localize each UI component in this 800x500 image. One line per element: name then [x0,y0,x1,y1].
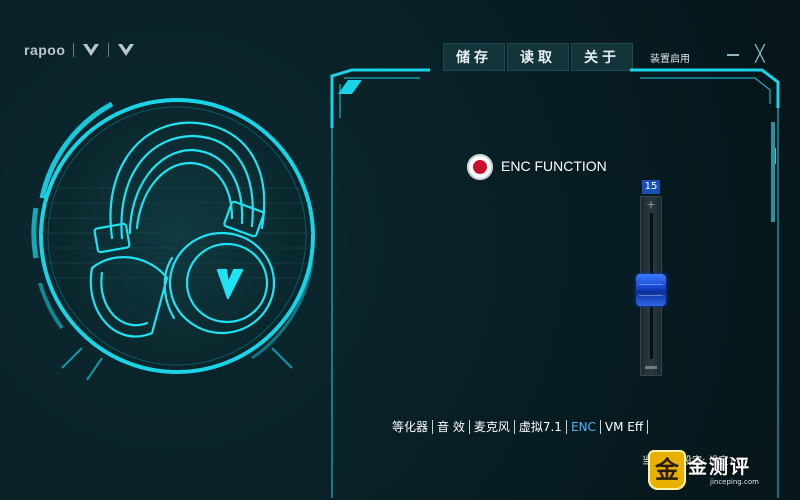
enc-label: ENC FUNCTION [501,158,607,174]
app-window: rapoo 储存 读取 关于 装置启用 ╳ ENC FUNCTION 15 + … [0,0,800,500]
enc-panel [330,68,782,500]
minimize-icon[interactable] [725,46,741,62]
about-button[interactable]: 关于 [571,43,633,71]
tab-virtual-7-1[interactable]: 虚拟7.1 [515,418,566,435]
watermark-logo: 金 [648,450,686,490]
top-menu: 储存 读取 关于 [443,43,635,71]
enc-toggle[interactable] [467,154,493,180]
tab-divider [647,419,649,434]
watermark: 金 金测评 jinceping.com [648,450,788,496]
v-logo-icon [83,44,100,56]
logo-divider [73,43,75,57]
headset-illustration [31,98,315,381]
save-button[interactable]: 储存 [443,43,505,71]
rapoo-logo: rapoo [24,42,135,58]
slider-minus-icon[interactable] [644,364,658,370]
headset-display [22,78,332,388]
watermark-text: 金测评 [688,456,752,478]
logo-divider [108,43,110,57]
close-icon[interactable]: ╳ [751,45,769,63]
slider-plus-icon[interactable]: + [644,199,658,210]
load-button[interactable]: 读取 [507,43,569,71]
v-logo-icon [118,44,135,56]
tab-equalizer[interactable]: 等化器 [388,418,432,435]
device-enable-button[interactable]: 装置启用 [650,50,690,65]
scrollbar[interactable] [771,122,775,222]
enc-toggle-indicator [473,160,487,174]
tab-microphone[interactable]: 麦克风 [470,418,514,435]
watermark-url: jinceping.com [710,478,759,486]
tab-sound-effects[interactable]: 音 效 [433,418,469,435]
feature-tabs: 等化器 音 效 麦克风 虚拟7.1 ENC VM Eff [388,418,649,435]
panel-frame [330,68,780,498]
tab-vm-effect[interactable]: VM Eff [601,420,647,434]
slider-knob[interactable] [636,274,666,306]
slider-value-badge: 15 [642,180,660,194]
brand-name: rapoo [24,42,66,58]
tab-enc[interactable]: ENC [567,420,600,434]
